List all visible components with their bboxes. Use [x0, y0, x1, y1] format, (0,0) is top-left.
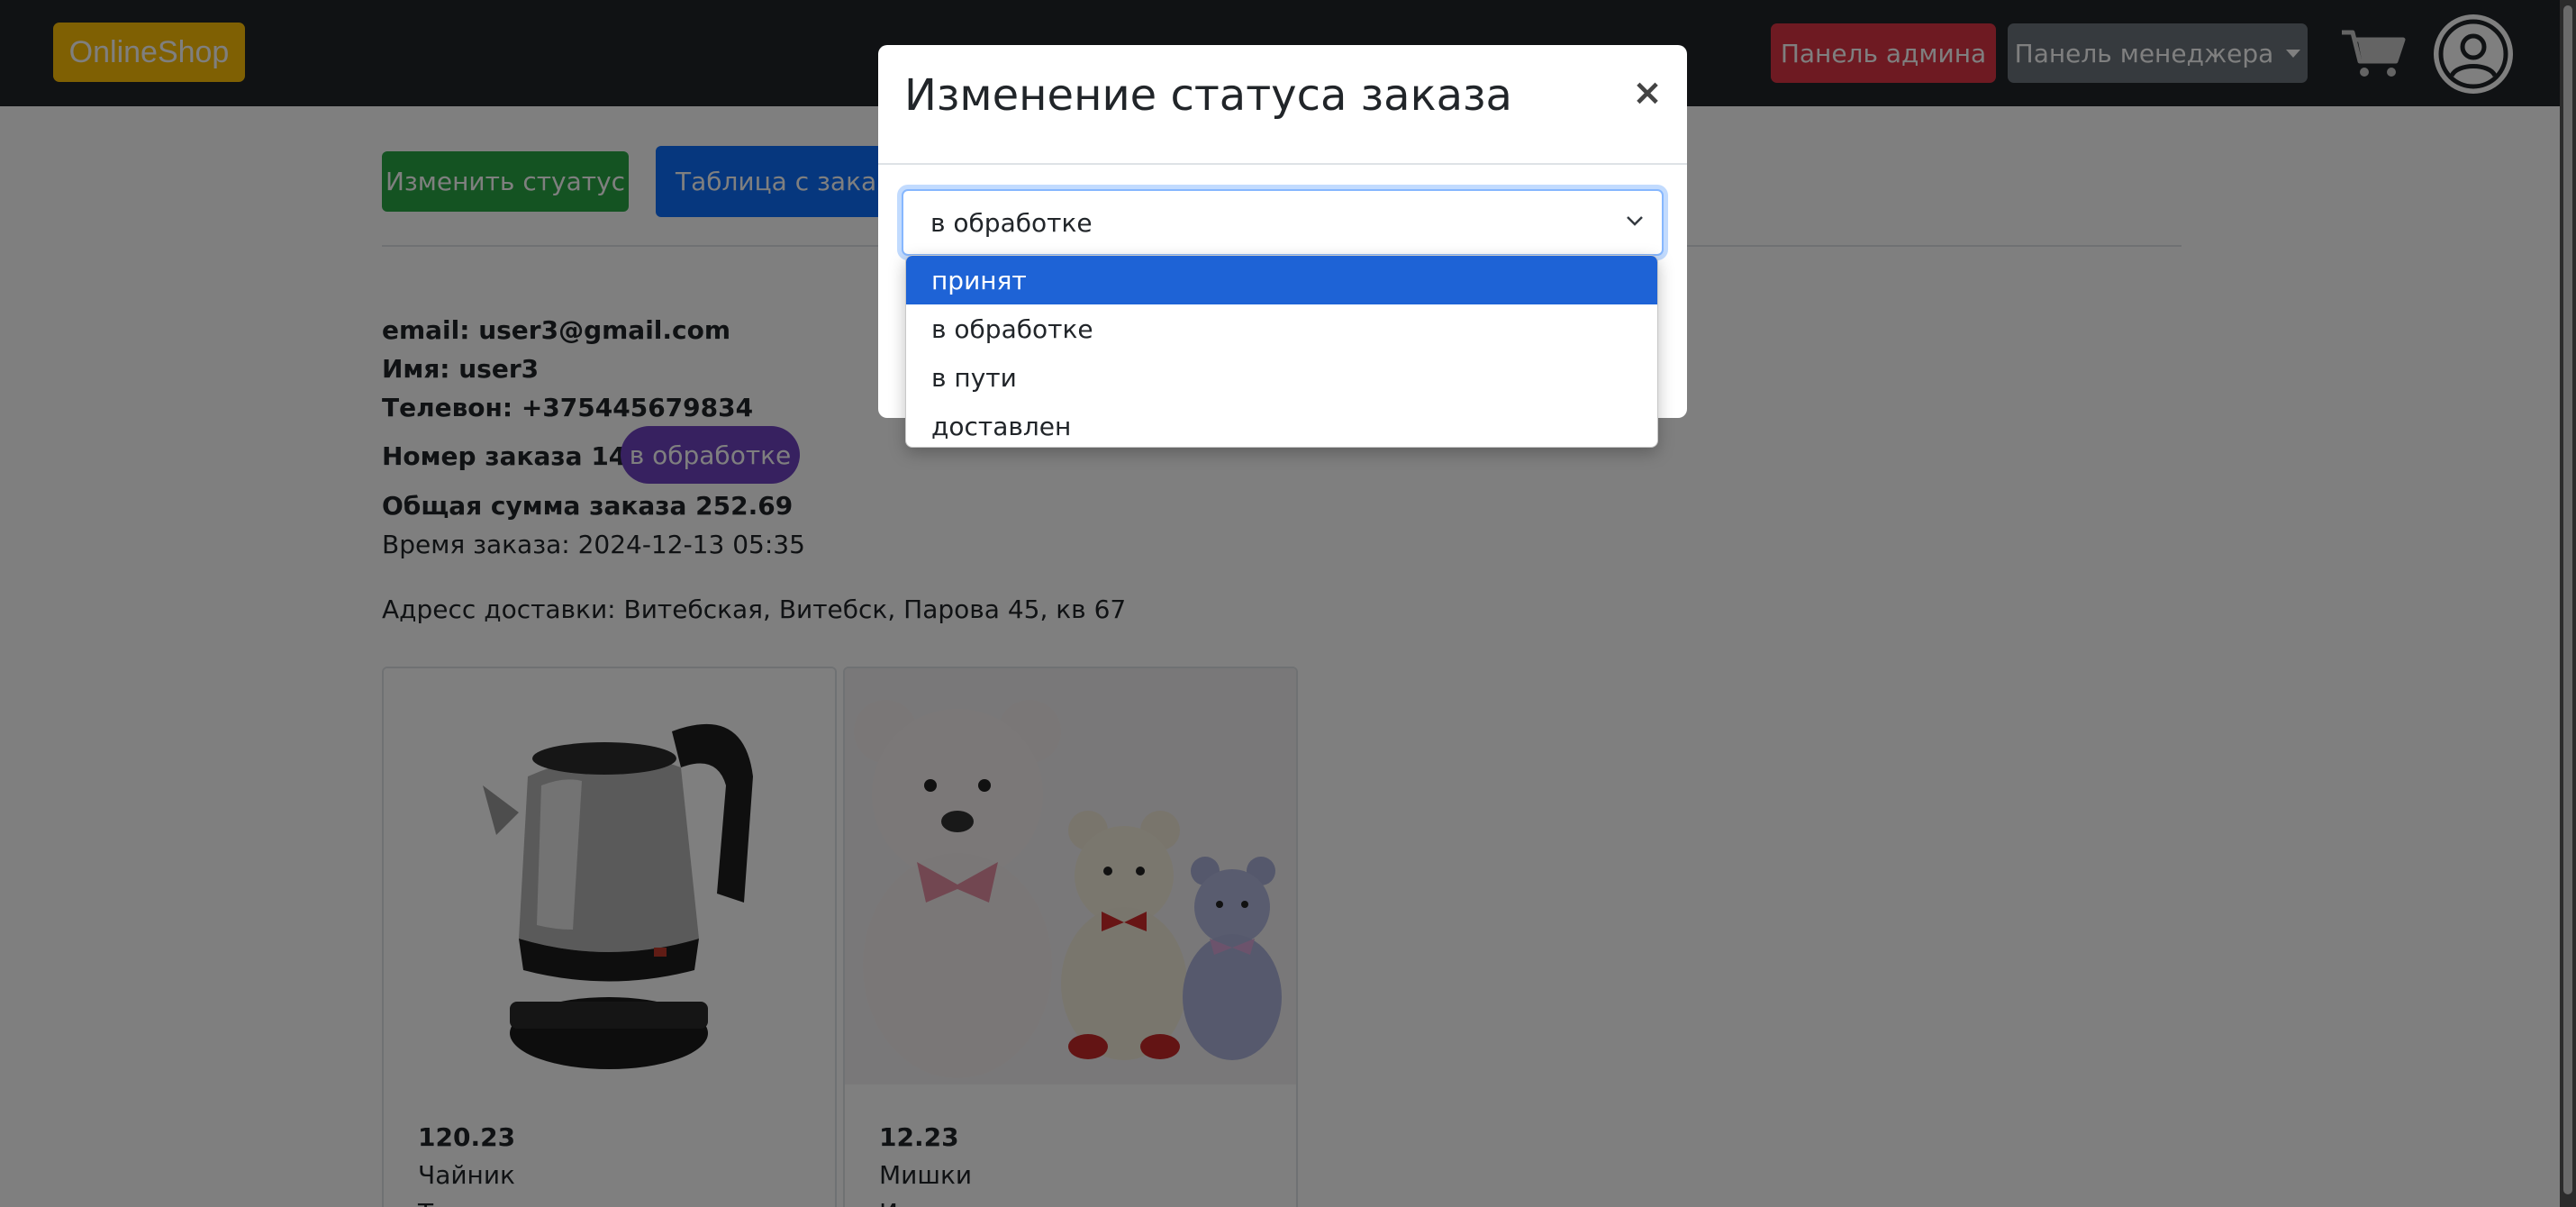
- chevron-down-icon: [1627, 216, 1643, 226]
- close-icon[interactable]: ×: [1629, 72, 1665, 113]
- status-option-accepted[interactable]: принят: [906, 256, 1657, 304]
- page-scrollbar-thumb[interactable]: [2563, 5, 2572, 1194]
- modal-title: Изменение статуса заказа: [904, 70, 1512, 121]
- status-option-processing[interactable]: в обработке: [906, 304, 1657, 353]
- status-options-list: принят в обработке в пути доставлен: [905, 255, 1658, 448]
- modal-divider: [878, 163, 1687, 165]
- status-select[interactable]: в обработке: [902, 189, 1664, 256]
- status-option-in-transit[interactable]: в пути: [906, 353, 1657, 402]
- status-option-delivered[interactable]: доставлен: [906, 402, 1657, 447]
- status-select-value: в обработке: [930, 207, 1093, 238]
